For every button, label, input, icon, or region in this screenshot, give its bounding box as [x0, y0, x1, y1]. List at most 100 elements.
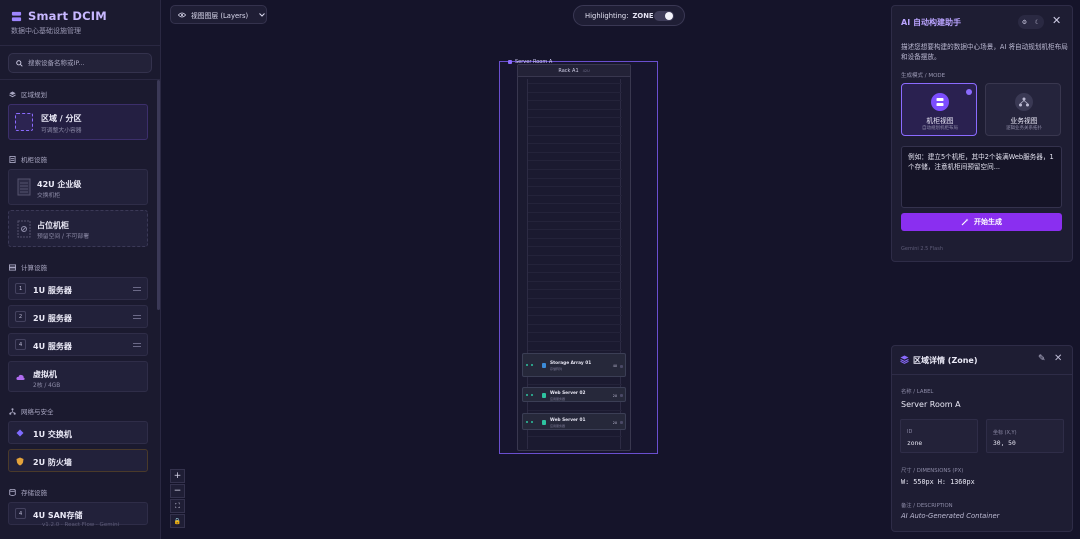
rack-card[interactable]: 42U 企业级 交换机柜	[8, 169, 148, 205]
section-cabinet: 机柜设施	[9, 154, 47, 164]
layers-icon	[900, 355, 909, 364]
drag-handle-icon[interactable]	[133, 315, 141, 319]
server-stack-icon	[11, 11, 22, 21]
rack-slot-line	[528, 306, 622, 308]
section-storage-label: 存储设施	[21, 489, 47, 497]
mode-card-rack[interactable]: 机柜视图 自动规划机柜布局	[901, 83, 977, 136]
search-box[interactable]	[8, 53, 152, 73]
sidebar-scrollbar[interactable]	[157, 80, 160, 310]
sidebar: Smart DCIM 数据中心基础设施管理 区域规划 区域 / 分区 可调整大小…	[0, 0, 161, 539]
rack-slot-line	[528, 289, 622, 291]
vm-card-subtitle: 2核 / 4GB	[33, 383, 61, 389]
divider	[0, 45, 160, 46]
u-badge: 4	[15, 339, 26, 350]
zone-card-title: 区域 / 分区	[41, 114, 82, 123]
device-grip-icon[interactable]	[620, 365, 623, 368]
status-leds	[526, 421, 533, 423]
rack-slot-line	[528, 349, 622, 351]
rack-subtitle: 42U	[582, 68, 590, 73]
device-web-server-01[interactable]: Web Server 01 应用服务器 2U	[522, 413, 626, 430]
moon-icon[interactable]: ☾	[1035, 19, 1040, 26]
highlight-label: Highlighting:	[585, 11, 629, 20]
device-web-server-02[interactable]: Web Server 02 应用服务器 2U	[522, 387, 626, 402]
coord-value: 30, 50	[993, 440, 1016, 447]
ai-description: 描述您想要构建的数据中心场景，AI 将自动规划机柜布局和设备摆放。	[901, 43, 1068, 61]
rack-slot-line	[528, 246, 622, 248]
rack-slot-line	[528, 280, 622, 282]
mode-card-business[interactable]: 业务视图 逻辑业务关系拓扑	[985, 83, 1061, 136]
device-u-size: 2U	[612, 394, 617, 398]
edit-icon[interactable]: ✎	[1038, 354, 1046, 364]
u-badge: 1	[15, 283, 26, 294]
ai-prompt-input[interactable]: 例如：建立5个机柜，其中2个装满Web服务器，1 个存储，注意机柜间预留空间..…	[901, 146, 1062, 208]
settings-icon[interactable]: ⚙	[1022, 19, 1027, 26]
chevron-down-icon	[259, 12, 266, 17]
layers-view-button[interactable]: 视图图层 (Layers)	[170, 5, 267, 24]
close-icon[interactable]: ✕	[1052, 15, 1061, 26]
id-field: ID zone	[900, 419, 978, 453]
fullscreen-icon: ⛶	[175, 501, 180, 510]
rack-slot-line	[528, 126, 622, 127]
placeholder-rack-card[interactable]: 占位机柜 预留空间 / 不可部署	[8, 210, 148, 247]
rack-slot-line	[528, 151, 622, 153]
rack-title: Rack A1	[558, 67, 579, 74]
database-icon	[9, 488, 16, 496]
compute-item-2u[interactable]: 2 2U 服务器	[8, 305, 148, 328]
switch-item[interactable]: 1U 交换机	[8, 421, 148, 444]
status-leds	[526, 394, 533, 396]
device-storage-array-01[interactable]: Storage Array 01 存储阵列 4U	[522, 353, 626, 377]
highlight-toggle-pill: Highlighting: ZONE	[573, 5, 685, 26]
fit-view-button[interactable]: ⛶	[170, 499, 185, 513]
compute-item-1u[interactable]: 1 1U 服务器	[8, 277, 148, 300]
compute-item-4u[interactable]: 4 4U 服务器	[8, 333, 148, 356]
label-caption: 名称 / LABEL	[901, 389, 934, 395]
highlight-value: ZONE	[632, 11, 654, 20]
firewall-item[interactable]: 2U 防火墙	[8, 449, 148, 472]
drag-handle-icon[interactable]	[133, 287, 141, 291]
zone-details-panel: 区域详情 (Zone) ✎ ✕ 名称 / LABEL Server Room A…	[891, 345, 1073, 532]
close-icon[interactable]: ✕	[1054, 353, 1062, 364]
storage-item-label: 4U SAN存储	[33, 511, 83, 520]
rack-slot-line	[528, 177, 622, 179]
section-cabinet-label: 机柜设施	[21, 156, 47, 164]
section-network: 网络与安全	[9, 406, 54, 416]
rack-slot-line	[528, 237, 622, 239]
coord-caption: 坐标 (X,Y)	[993, 430, 1017, 436]
device-grip-icon[interactable]	[620, 394, 623, 397]
zone-card[interactable]: 区域 / 分区 可调整大小容器	[8, 104, 148, 140]
rack-slot-line	[528, 435, 622, 437]
mode-label: 生成模式 / MODE	[901, 73, 946, 79]
rack-slot-line	[528, 220, 622, 222]
rack-slot-line	[528, 409, 622, 411]
rack-slot-line	[528, 298, 622, 299]
zoom-in-button[interactable]: +	[170, 469, 185, 483]
network-icon	[9, 407, 16, 415]
minus-icon: −	[173, 486, 182, 496]
rack-slot-line	[528, 100, 622, 102]
vm-card[interactable]: 虚拟机 2核 / 4GB	[8, 361, 148, 392]
search-icon	[16, 59, 23, 67]
rack-slot-line	[528, 143, 622, 145]
server-device-icon	[542, 393, 546, 398]
server-icon	[9, 263, 16, 271]
zoom-out-button[interactable]: −	[170, 484, 185, 498]
drag-handle-icon[interactable]	[133, 343, 141, 347]
rack-slot-line	[528, 117, 622, 119]
device-grip-icon[interactable]	[620, 421, 623, 424]
search-input[interactable]	[28, 59, 146, 67]
vm-card-title: 虚拟机	[33, 370, 57, 379]
rack-slot-line	[528, 108, 622, 110]
section-compute-label: 计算设施	[21, 264, 47, 272]
coord-field: 坐标 (X,Y) 30, 50	[986, 419, 1064, 453]
version-text: v1.2.0 · React Flow · Gemini	[42, 522, 120, 528]
highlight-toggle[interactable]	[654, 11, 674, 21]
generate-button[interactable]: 开始生成	[901, 213, 1062, 231]
lock-button[interactable]: 🔒	[170, 514, 185, 528]
rack-slot-line	[528, 255, 622, 256]
zone-panel-title: 区域详情 (Zone)	[913, 356, 978, 365]
compute-item-label: 1U 服务器	[33, 286, 72, 295]
device-name: Web Server 02	[550, 391, 586, 396]
rack-slot-line	[528, 341, 622, 342]
ai-assistant-panel: AI 自动构建助手 ⚙ ☾ ✕ 描述您想要构建的数据中心场景，AI 将自动规划机…	[891, 5, 1073, 262]
section-zone-label: 区域规划	[21, 91, 47, 99]
